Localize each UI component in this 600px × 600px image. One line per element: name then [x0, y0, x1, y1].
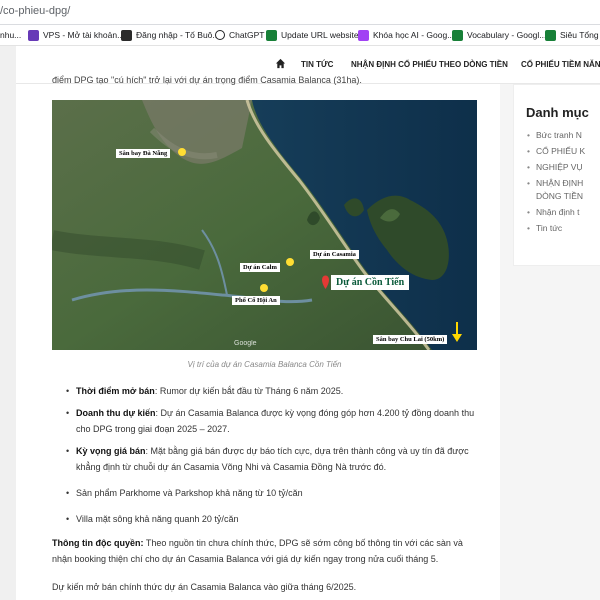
bookmark-label: Khóa học AI - Goog... — [373, 30, 455, 40]
project-location-map: Sân bay Đà Nẵng Dự án Casamia Dự án Calm… — [52, 100, 477, 350]
airport-marker — [178, 148, 186, 156]
bookmarks-bar: nhu... VPS - Mở tài khoản... Đăng nhập -… — [0, 25, 600, 46]
bookmark-label: Update URL website... — [281, 30, 366, 40]
map-label-casamia: Dự án Casamia — [310, 250, 359, 259]
bookmark-label: VPS - Mở tài khoản... — [43, 30, 125, 40]
list-item: Kỳ vọng giá bán: Mặt bằng giá bán được d… — [66, 443, 482, 475]
nav-potential-stocks[interactable]: CỔ PHIẾU TIỀM NĂNG — [521, 60, 600, 69]
list-item: Sản phẩm Parkhome và Parkshop khả năng t… — [66, 485, 482, 501]
map-label-chulai: Sân bay Chu Lai (50km) — [373, 335, 448, 344]
vps-icon — [28, 29, 39, 41]
category-item[interactable]: NHẬN ĐỊNH — [527, 177, 600, 190]
list-item: Thời điểm mở bán: Rumor dự kiến bắt đầu … — [66, 383, 482, 399]
map-label-con-tien: Dự án Cồn Tiến — [331, 275, 410, 290]
bookmark-item[interactable]: Siêu Tổng Ho — [545, 28, 600, 42]
map-label-hoian: Phố Cổ Hội An — [232, 296, 280, 305]
satellite-map — [52, 100, 477, 350]
bookmark-item[interactable]: Đăng nhập - Tố Buô... — [121, 28, 219, 42]
bookmark-item[interactable]: Khóa học AI - Goog... — [358, 28, 454, 42]
bookmark-item[interactable]: VPS - Mở tài khoản... — [28, 28, 124, 42]
bookmark-label: ChatGPT — [229, 30, 265, 40]
key-info-list: Thời điểm mở bán: Rumor dự kiến bắt đầu … — [66, 383, 482, 533]
sheets-icon — [452, 29, 463, 41]
bookmark-label: Siêu Tổng Ho — [560, 30, 600, 40]
category-item[interactable]: NGHIỆP VỤ — [527, 161, 600, 174]
casamia-marker — [286, 258, 294, 266]
list-item: Doanh thu dự kiến: Dự án Casamia Balanca… — [66, 405, 482, 437]
category-item[interactable]: CỔ PHIẾU K — [527, 145, 600, 158]
bookmark-item[interactable]: Vocabulary - Googl... — [452, 28, 546, 42]
bookmark-label: Vocabulary - Googl... — [467, 30, 547, 40]
article-intro: điểm DPG tạo "cú hích" trở lại với dự án… — [52, 75, 362, 85]
google-watermark: Google — [234, 340, 257, 347]
url-text[interactable]: /co-phieu-dpg/ — [0, 5, 70, 17]
closing-paragraph: Dự kiến mở bán chính thức dự án Casamia … — [52, 582, 357, 592]
category-list: Bức tranh N CỔ PHIẾU K NGHIỆP VỤ NHẬN ĐỊ… — [527, 129, 600, 238]
address-bar[interactable]: /co-phieu-dpg/ — [0, 0, 600, 25]
site-icon — [121, 29, 132, 41]
category-item[interactable]: Nhận định t — [527, 206, 600, 219]
nav-stock-analysis[interactable]: NHẬN ĐỊNH CỔ PHIẾU THEO DÒNG TIỀN — [351, 60, 508, 69]
left-gutter — [0, 46, 16, 600]
category-sidebar: Danh mục Bức tranh N CỔ PHIẾU K NGHIỆP V… — [513, 84, 600, 266]
map-label-danang-airport: Sân bay Đà Nẵng — [116, 149, 171, 158]
category-item[interactable]: Tin tức — [527, 222, 600, 235]
list-item: Villa mặt sông khả năng quanh 20 tỷ/căn — [66, 511, 482, 527]
bookmark-item[interactable]: Update URL website... — [266, 28, 366, 42]
map-label-calm: Dự án Calm — [240, 263, 280, 272]
bookmark-label: nhu... — [0, 30, 22, 40]
bookmark-item[interactable]: ChatGPT — [215, 28, 264, 42]
category-item-continued[interactable]: DÒNG TIỀN — [536, 190, 600, 203]
bookmark-label: Đăng nhập - Tố Buô... — [136, 30, 220, 40]
bookmark-item[interactable]: nhu... — [0, 28, 21, 42]
home-icon[interactable] — [275, 58, 286, 69]
sidebar-heading: Danh mục — [526, 105, 589, 120]
map-caption: Vị trí của dự án Casamia Balanca Cồn Tiế… — [187, 360, 342, 369]
hoian-marker — [260, 284, 268, 292]
sheets-icon — [545, 29, 556, 41]
sheets-icon — [266, 29, 277, 41]
exclusive-paragraph: Thông tin độc quyền: Theo nguồn tin chưa… — [52, 538, 463, 564]
nav-news[interactable]: TIN TỨC — [301, 60, 333, 69]
course-icon — [358, 29, 369, 41]
chatgpt-icon — [215, 30, 225, 40]
category-item[interactable]: Bức tranh N — [527, 129, 600, 142]
